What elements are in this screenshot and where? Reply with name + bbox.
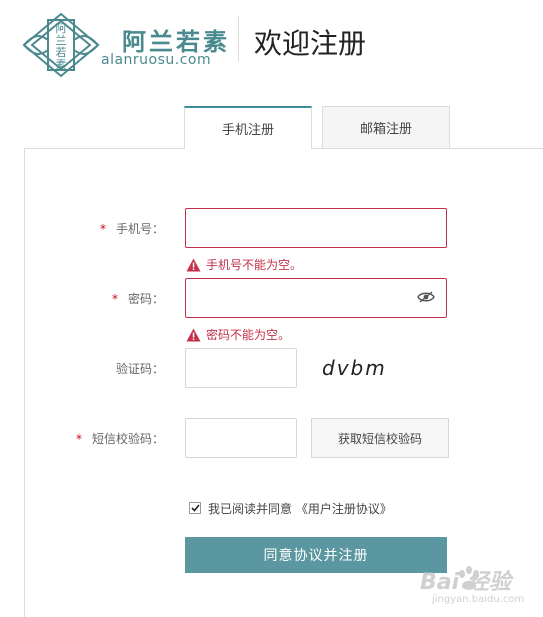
get-sms-code-button[interactable]: 获取短信校验码	[311, 418, 449, 458]
phone-label: * 手机号：	[99, 222, 164, 236]
brand-domain: alanruosu.com	[101, 52, 212, 68]
watermark-main: Bai 经验	[420, 570, 511, 595]
captcha-label: 验证码：	[115, 362, 164, 376]
checkmark-icon	[190, 504, 200, 512]
warning-icon	[186, 328, 201, 341]
required-mark: *	[111, 292, 118, 306]
agreement-link[interactable]: 《用户注册协议》	[296, 502, 392, 516]
required-mark: *	[99, 222, 106, 236]
agreement-text: 我已阅读并同意 《用户注册协议》	[208, 502, 392, 516]
error-text: 密码不能为空。	[206, 328, 291, 342]
watermark-sub: jingyan.baidu.com	[432, 594, 525, 605]
logo-emblem-icon: 阿 兰 若 素	[22, 12, 100, 78]
registration-page: 阿 兰 若 素 阿兰若素 alanruosu.com 欢迎注册 手机注册 邮箱注…	[0, 0, 543, 617]
error-text: 手机号不能为空。	[206, 258, 303, 272]
captcha-input[interactable]	[185, 348, 297, 388]
phone-error: 手机号不能为空。	[186, 256, 302, 273]
page-title: 欢迎注册	[254, 27, 367, 60]
eye-slash-icon[interactable]	[417, 291, 435, 303]
emblem-char-4: 素	[56, 58, 67, 71]
sms-code-input[interactable]	[185, 418, 297, 458]
sms-code-label: * 短信校验码：	[75, 432, 164, 446]
tab-phone-register[interactable]: 手机注册	[184, 106, 312, 149]
password-label: * 密码：	[111, 292, 164, 306]
phone-input[interactable]	[185, 208, 447, 248]
agreement-checkbox[interactable]	[189, 502, 201, 514]
baidu-watermark: Bai 经验 jingyan.baidu.com	[402, 560, 542, 612]
tab-email-register[interactable]: 邮箱注册	[322, 106, 450, 148]
password-input[interactable]	[185, 278, 447, 318]
password-error: 密码不能为空。	[186, 326, 290, 343]
captcha-image[interactable]: dvbm	[322, 356, 387, 380]
tab-label: 手机注册	[221, 123, 274, 138]
header-divider	[238, 16, 239, 62]
warning-icon	[186, 258, 201, 271]
tab-label: 邮箱注册	[359, 122, 412, 137]
required-mark: *	[75, 432, 82, 446]
